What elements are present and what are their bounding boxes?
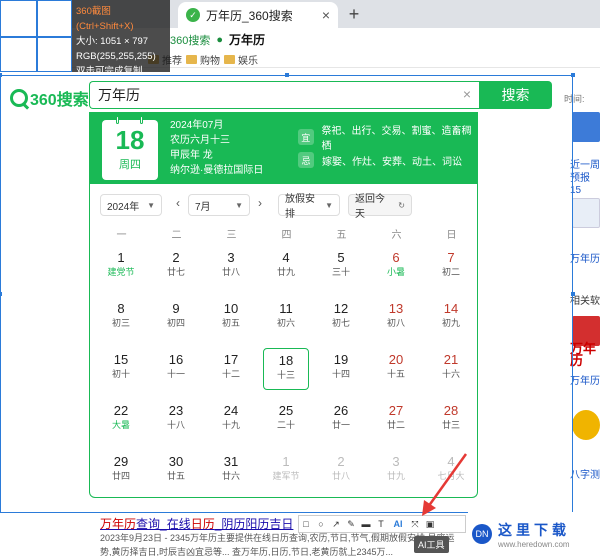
folder-icon <box>224 55 235 64</box>
resize-handle[interactable] <box>0 292 2 296</box>
tab-title: 万年历_360搜索 <box>206 8 293 23</box>
capture-info-panel: 360截图(Ctrl+Shift+X) 大小: 1051 × 797 RGB(2… <box>72 0 170 77</box>
mosaic-tool-icon[interactable]: ▣ <box>425 518 435 530</box>
marker-tool-icon[interactable]: ▬ <box>361 518 371 530</box>
watermark-url: www.heredown.com <box>498 539 570 549</box>
capture-selection-frame[interactable] <box>0 73 575 513</box>
address-text: 万年历 <box>229 33 266 47</box>
crosshair-icon <box>36 1 38 71</box>
bookmark-item[interactable]: 娱乐 <box>224 52 258 67</box>
pen-tool-icon[interactable]: ✎ <box>346 518 356 530</box>
crop-tool-icon[interactable]: ⤧ <box>410 518 420 530</box>
side-link[interactable]: 万年历 <box>570 254 600 266</box>
address-content[interactable]: 360搜索 ● 万年历 <box>170 31 265 48</box>
arrow-tool-icon[interactable]: ↗ <box>331 518 341 530</box>
app-thumbnail[interactable] <box>572 410 600 440</box>
folder-icon <box>186 55 197 64</box>
ai-tool-button[interactable]: AI <box>391 518 405 530</box>
rectangle-tool-icon[interactable]: □ <box>301 518 311 530</box>
site-favicon-icon: ✓ <box>186 8 200 22</box>
tab-close-icon[interactable]: × <box>322 7 330 23</box>
watermark-logo-icon: DN <box>472 524 492 544</box>
result-title-link[interactable]: 万年历查询_在线日历_阴历阳历吉日 <box>100 515 293 532</box>
resize-handle[interactable] <box>0 73 2 77</box>
bookmark-item[interactable]: 购物 <box>186 52 220 67</box>
ellipse-tool-icon[interactable]: ○ <box>316 518 326 530</box>
address-provider: 360搜索 <box>170 34 211 47</box>
resize-handle[interactable] <box>571 73 575 77</box>
result-snippet: 势,黄历择吉日,时辰吉凶宜忌等... 查万年历,日历,节日,老黄历就上2345万… <box>100 547 394 556</box>
new-tab-button[interactable]: + <box>344 4 364 25</box>
watermark-text: 这里下载 <box>498 521 570 538</box>
resize-handle[interactable] <box>571 292 575 296</box>
side-link[interactable]: 预报15 <box>570 173 600 197</box>
thumbnail-image[interactable] <box>572 198 600 228</box>
lock-icon: ● <box>216 33 224 46</box>
capture-magnifier <box>0 0 72 72</box>
side-heading: 相关软 <box>570 296 600 307</box>
ai-tool-tooltip: AI工具 <box>414 536 449 553</box>
capture-toolbar: □ ○ ↗ ✎ ▬ T AI ⤧ ▣ <box>298 515 466 533</box>
thumbnail-image[interactable] <box>572 112 600 142</box>
side-link[interactable]: 八字测 <box>570 470 600 482</box>
capture-rgb: RGB(255,255,255) <box>76 51 156 62</box>
side-link[interactable]: 万年历 <box>570 376 600 388</box>
site-watermark: DN 这里下载 www.heredown.com <box>468 512 600 556</box>
capture-hint: 双击可完成复制 <box>76 66 143 77</box>
side-link[interactable]: 万年历 <box>570 342 600 367</box>
capture-title: 360截图(Ctrl+Shift+X) <box>76 6 134 32</box>
side-link[interactable]: 近一周 <box>570 160 600 172</box>
capture-size: 大小: 1051 × 797 <box>76 36 149 47</box>
resize-handle[interactable] <box>285 73 289 77</box>
text-tool-icon[interactable]: T <box>376 518 386 530</box>
browser-tab[interactable]: ✓ 万年历_360搜索 × <box>178 2 338 28</box>
